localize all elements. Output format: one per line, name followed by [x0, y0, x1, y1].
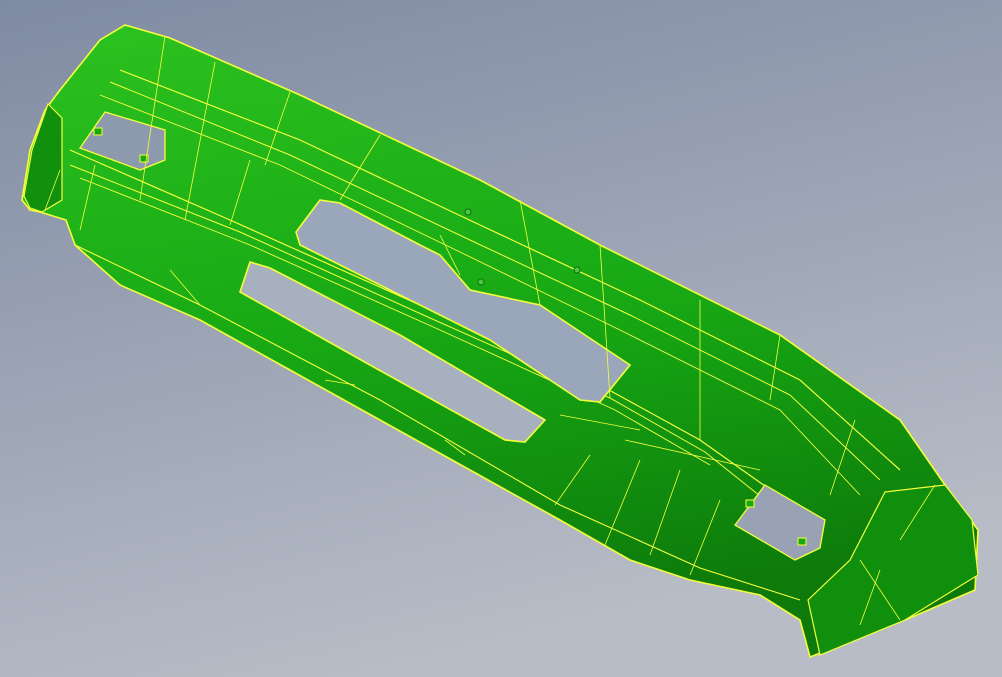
fog-lamp-clip-right-2 [797, 537, 807, 546]
mounting-hole-3[interactable] [477, 278, 485, 286]
viewport-canvas[interactable] [0, 0, 1002, 677]
fog-lamp-clip-right-1 [745, 499, 755, 508]
mounting-hole-2[interactable] [573, 266, 581, 274]
fog-lamp-clip-left-1 [93, 127, 103, 136]
cad-viewport[interactable] [0, 0, 1002, 677]
mounting-hole-1[interactable] [464, 208, 472, 216]
